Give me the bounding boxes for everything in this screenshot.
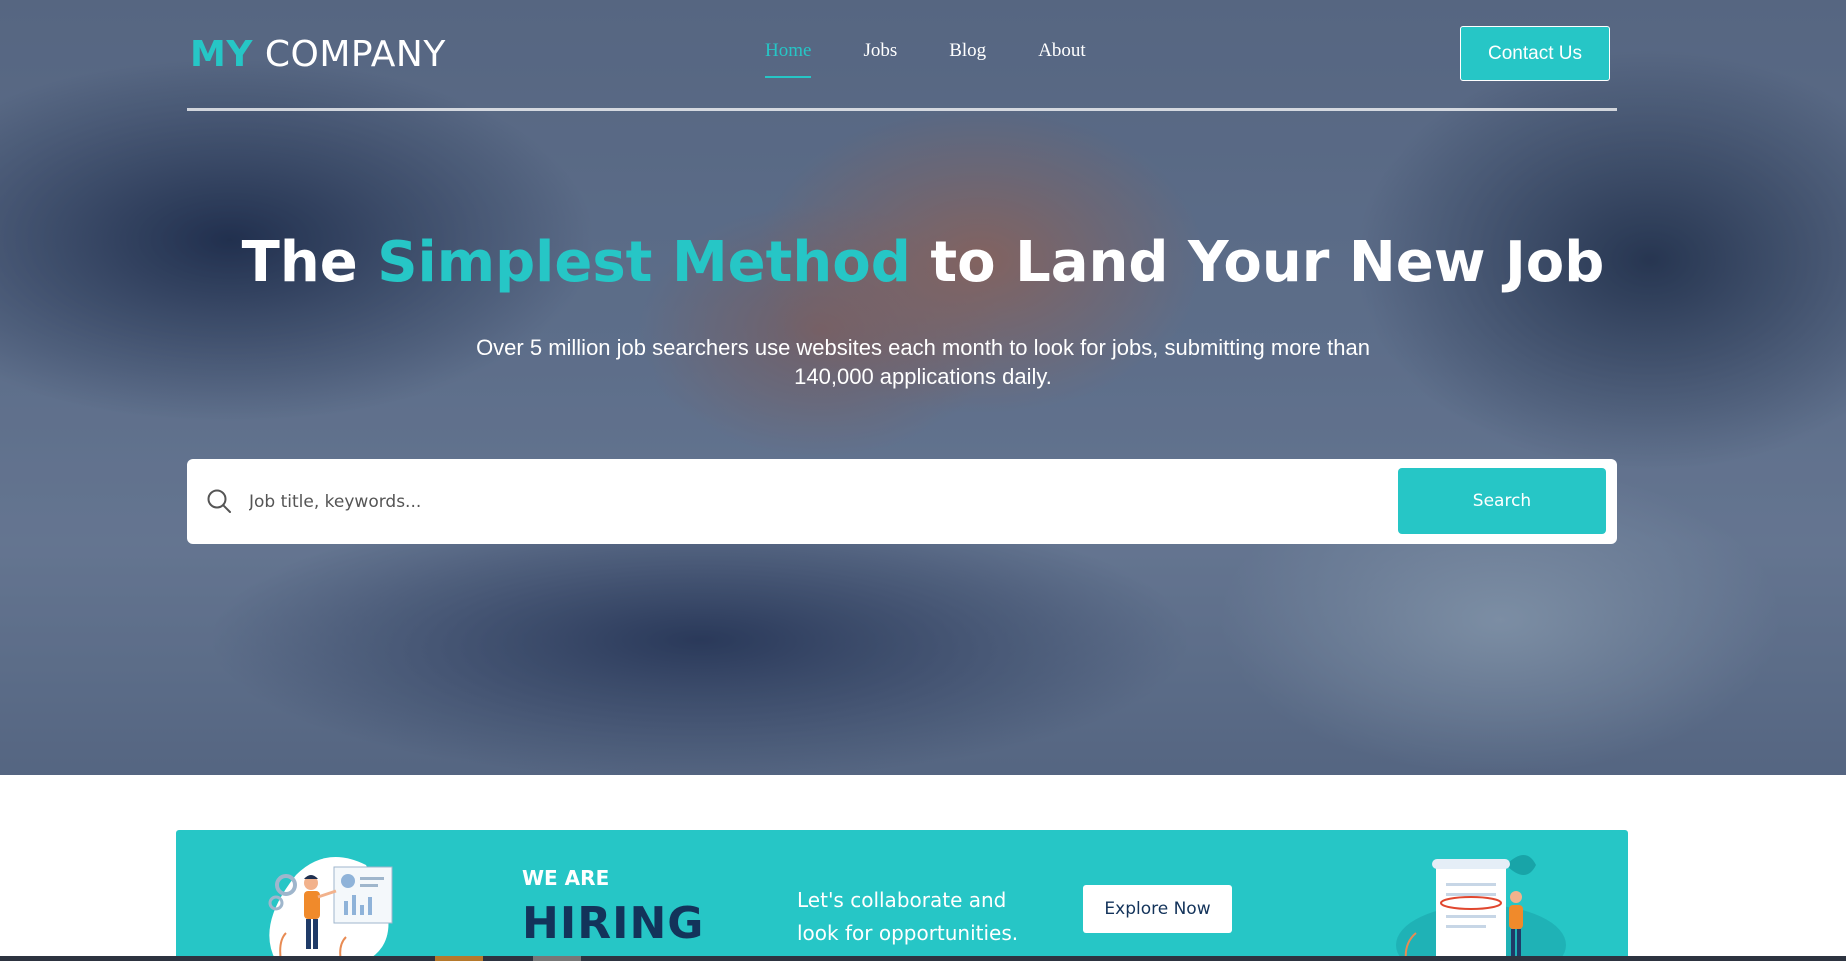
hiring-headline: HIRING: [522, 898, 705, 949]
main-nav: Home Jobs Blog About: [765, 40, 1086, 78]
nav-item-jobs[interactable]: Jobs: [863, 40, 897, 78]
company-logo[interactable]: MY COMPANY: [190, 34, 446, 75]
search-button[interactable]: Search: [1398, 468, 1606, 534]
hero-title-part2: to Land Your New Job: [910, 230, 1605, 295]
hero-section: MY COMPANY Home Jobs Blog About Contact …: [0, 0, 1846, 775]
search-icon: [207, 489, 231, 513]
presentation-illustration: [268, 857, 393, 961]
hero-title-part1: The: [241, 230, 378, 295]
nav-item-home[interactable]: Home: [765, 40, 812, 78]
taskbar-segment: [533, 956, 581, 961]
taskbar-segment: [435, 956, 483, 961]
nav-item-about[interactable]: About: [1038, 40, 1086, 78]
nav-item-blog[interactable]: Blog: [949, 40, 986, 78]
hiring-banner: WE ARE HIRING Let's collaborate and look…: [176, 830, 1628, 961]
hiring-text: Let's collaborate and look for opportuni…: [797, 888, 1019, 945]
job-search-bar: Search: [187, 459, 1617, 544]
hiring-eyebrow: WE ARE: [522, 866, 610, 890]
checklist-illustration: [1396, 855, 1566, 961]
contact-us-button[interactable]: Contact Us: [1460, 26, 1610, 81]
browser-taskbar-strip: [0, 956, 1846, 961]
header-divider: [187, 108, 1617, 111]
explore-now-button[interactable]: Explore Now: [1083, 885, 1232, 933]
hero-title-highlight: Simplest Method: [377, 230, 911, 295]
hero-subtitle: Over 5 million job searchers use website…: [476, 335, 1370, 389]
job-search-input[interactable]: [247, 477, 1351, 527]
hero-title: The Simplest Method to Land Your New Job: [0, 230, 1846, 295]
logo-accent-text: MY: [190, 34, 253, 75]
logo-text: COMPANY: [264, 34, 446, 75]
